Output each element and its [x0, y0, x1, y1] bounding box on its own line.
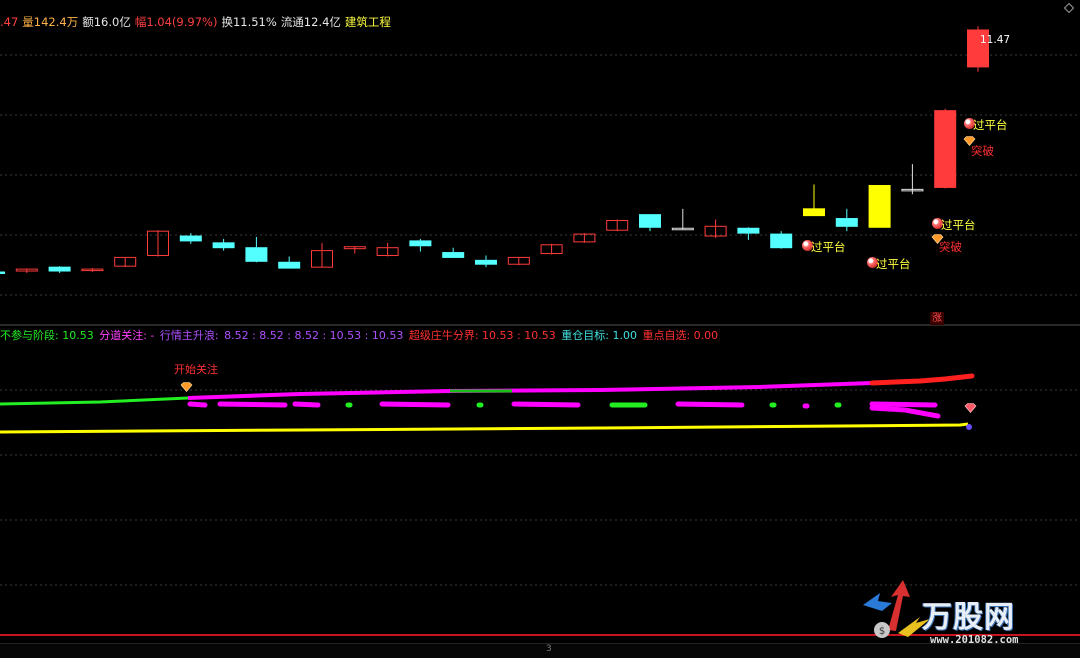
limit-up-badge: 涨	[930, 312, 944, 325]
magenta-dash	[217, 401, 288, 408]
stock-info-bar: .47 量142.4万 额16.0亿 幅1.04(9.97%) 换11.51% 流通12.…	[0, 14, 395, 30]
platform-break-label: 过平台	[876, 257, 911, 271]
red-line	[869, 373, 975, 386]
candle-body	[737, 227, 760, 234]
indicator-item: 超级庄牛分界: 10.53 : 10.53	[408, 329, 556, 342]
price-fragment: .47	[0, 15, 19, 29]
signal-gem-icon	[964, 403, 977, 413]
float-value-label: 流通12.4亿	[280, 15, 341, 29]
indicator-item: 重点自选: 0.00	[642, 329, 719, 342]
diamond-icon[interactable]	[1064, 3, 1074, 13]
magenta-dash	[187, 401, 208, 408]
high-price-label: 11.47	[980, 34, 1011, 46]
candle-body	[212, 242, 235, 249]
magenta-dash	[379, 401, 451, 408]
price-grid	[0, 54, 1080, 586]
indicator-panel	[0, 373, 975, 434]
indicator-item: 不参与阶段: 10.53	[0, 329, 94, 342]
candle-body	[934, 110, 957, 188]
breakthrough-label: 突破	[971, 144, 994, 158]
magenta-dash	[292, 401, 321, 408]
platform-break-label: 过平台	[941, 218, 976, 232]
indicator-item: 行情主升浪:	[159, 329, 219, 342]
start-watch-gem-icon	[180, 382, 193, 392]
candle-body	[48, 266, 71, 272]
candle-body	[442, 252, 465, 258]
change-label: 幅1.04(9.97%)	[134, 15, 218, 29]
magenta-dash	[869, 405, 941, 419]
indicator-item: 重仓目标: 1.00	[561, 329, 637, 342]
candle-body	[0, 271, 5, 274]
magenta-dash	[869, 401, 938, 408]
magenta-dash	[511, 401, 581, 408]
logo-url: www.201082.com	[930, 634, 1019, 646]
candle-body	[245, 247, 268, 262]
candle-body	[179, 235, 202, 242]
turnover-label: 换11.51%	[221, 15, 277, 29]
breakthrough-label: 突破	[939, 240, 962, 254]
indicator-legend: 不参与阶段: 10.53 分道关注: - 行情主升浪: 8.52 : 8.52 …	[0, 327, 720, 343]
yellow-line	[0, 422, 969, 434]
candle-body	[639, 214, 661, 228]
svg-text:$: $	[879, 626, 885, 637]
indicator-item: 分道关注: -	[99, 329, 155, 342]
amount-label: 额16.0亿	[82, 15, 131, 29]
indicator-item: 8.52 : 8.52 : 8.52 : 10.53 : 10.53	[224, 329, 404, 342]
green-line	[0, 396, 189, 406]
candle-body	[278, 261, 301, 269]
scroll-page-mark: 3	[546, 644, 552, 654]
platform-break-label: 过平台	[811, 240, 846, 254]
candle-body	[835, 218, 858, 227]
yellow-line-end	[966, 424, 972, 430]
volume-label: 量142.4万	[22, 15, 79, 29]
logo-text: 万股网	[922, 600, 1015, 635]
start-watch-label: 开始关注	[174, 363, 218, 376]
candlestick-series	[0, 26, 989, 274]
candle-body	[868, 184, 891, 228]
candle-body	[770, 233, 793, 249]
platform-break-label: 过平台	[973, 118, 1008, 132]
candle-body	[475, 259, 497, 265]
magenta-dash	[675, 401, 745, 408]
candle-body	[803, 208, 825, 217]
candle-body	[409, 240, 432, 247]
sector-label[interactable]: 建筑工程	[345, 15, 391, 29]
